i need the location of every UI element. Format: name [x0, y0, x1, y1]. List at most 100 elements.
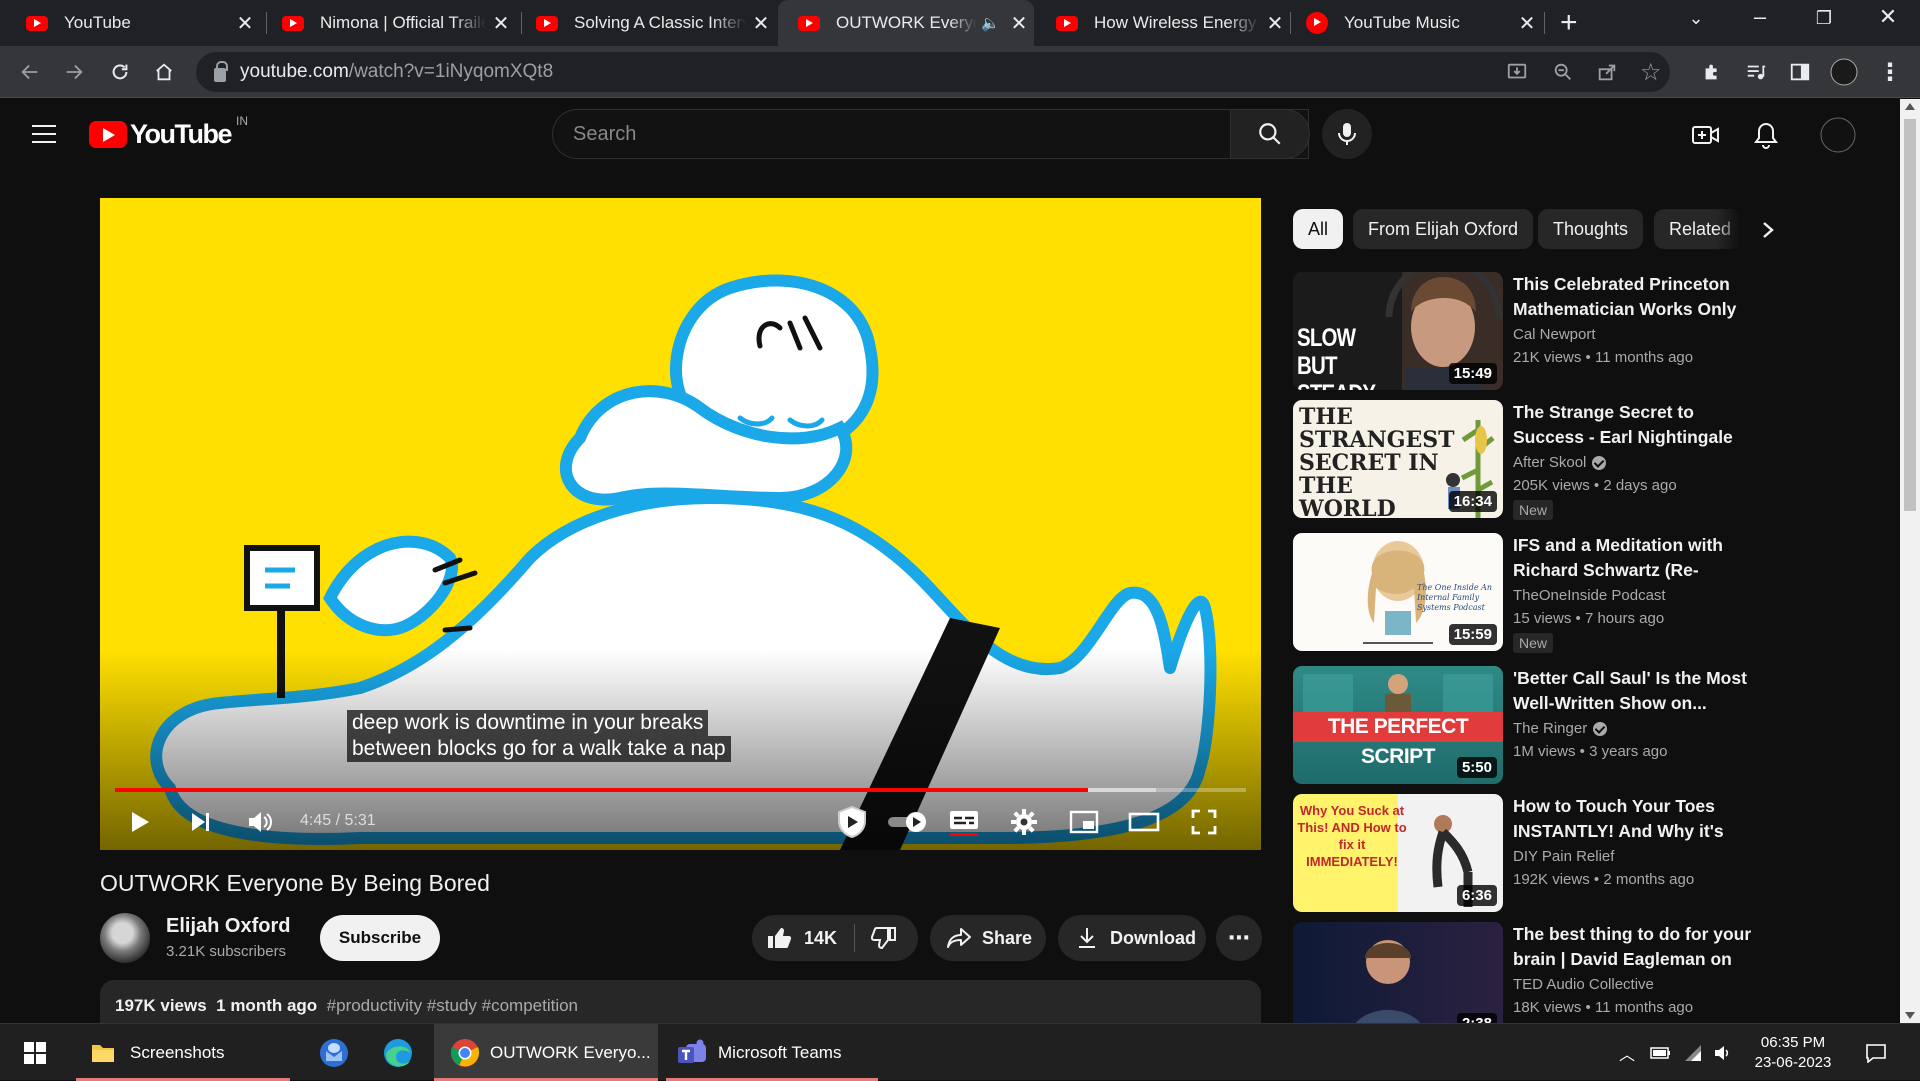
search-button[interactable] — [1230, 109, 1310, 159]
search-input[interactable]: Search — [552, 109, 1309, 159]
side-panel-icon[interactable] — [1784, 56, 1816, 88]
show-hidden-icons-chevron-icon[interactable]: ︿ — [1612, 1024, 1642, 1081]
address-bar[interactable]: youtube.com/watch?v=1iNyqomXQt8 ☆ — [196, 52, 1670, 92]
voice-search-button[interactable] — [1322, 109, 1372, 159]
seek-bar[interactable] — [115, 788, 1246, 792]
notification-center-icon[interactable] — [1856, 1024, 1896, 1081]
video-title[interactable]: The best thing to do for your brain | Da… — [1513, 922, 1763, 972]
video-title[interactable]: This Celebrated Princeton Mathematician … — [1513, 272, 1763, 322]
video-title[interactable]: IFS and a Meditation with Richard Schwar… — [1513, 533, 1763, 583]
share-button[interactable]: Share — [930, 915, 1046, 961]
video-thumbnail[interactable]: The One Inside An Internal Family System… — [1293, 533, 1503, 651]
theater-mode-button[interactable] — [1126, 804, 1162, 840]
video-title[interactable]: 'Better Call Saul' Is the Most Well-Writ… — [1513, 666, 1763, 716]
zoom-icon[interactable] — [1552, 61, 1574, 89]
download-button[interactable]: Download — [1058, 915, 1206, 961]
more-actions-icon[interactable]: ⋯ — [1216, 915, 1262, 961]
channel-name[interactable]: After Skool — [1513, 454, 1607, 471]
settings-button[interactable] — [1006, 804, 1042, 840]
scroll-thumb[interactable] — [1904, 119, 1916, 511]
tab-audio-icon[interactable]: 🔈 — [981, 14, 1000, 32]
hashtags[interactable]: #productivity #study #competition — [327, 996, 578, 1015]
subtitles-button[interactable] — [946, 804, 982, 840]
video-title[interactable]: How to Touch Your Toes INSTANTLY! And Wh… — [1513, 794, 1763, 844]
close-tab-icon[interactable]: ✕ — [1004, 11, 1034, 36]
new-tab-plus-icon[interactable]: + — [1560, 6, 1578, 40]
forward-arrow-icon[interactable] — [58, 56, 90, 88]
clock[interactable]: 06:35 PM 23-06-2023 — [1746, 1024, 1840, 1081]
next-video-button[interactable] — [182, 804, 218, 840]
channel-name[interactable]: DIY Pain Relief — [1513, 848, 1614, 865]
channel-name[interactable]: Elijah Oxford — [166, 915, 290, 938]
taskbar-item-edge[interactable] — [370, 1024, 426, 1081]
browser-tab[interactable]: Nimona | Official Trailer ✕ — [262, 0, 516, 46]
recommended-video[interactable]: Why You Suck at This! AND How to fix it … — [1293, 794, 1763, 914]
account-avatar-icon[interactable] — [1820, 117, 1856, 153]
battery-icon[interactable] — [1646, 1024, 1676, 1081]
notifications-bell-icon[interactable] — [1748, 117, 1784, 153]
video-player[interactable]: deep work is downtime in your breaks bet… — [100, 198, 1261, 850]
taskbar-item-teams[interactable]: Microsoft Teams — [666, 1024, 878, 1081]
media-control-icon[interactable] — [1740, 56, 1772, 88]
minimize-icon[interactable]: – — [1730, 4, 1790, 30]
close-tab-icon[interactable]: ✕ — [746, 11, 776, 36]
recommended-video[interactable]: THE PERFECT SCRIPT 5:50 'Better Call Sau… — [1293, 666, 1763, 786]
reload-icon[interactable] — [104, 56, 136, 88]
browser-tab[interactable]: YouTube Music ✕ — [1286, 0, 1542, 46]
share-page-icon[interactable] — [1596, 61, 1618, 89]
lock-icon[interactable] — [214, 61, 228, 82]
recommended-video[interactable]: THE STRANGEST SECRET IN THE WORLD 16:34 … — [1293, 400, 1763, 520]
chip-from-channel[interactable]: From Elijah Oxford — [1353, 209, 1534, 249]
volume-button[interactable] — [242, 804, 278, 840]
install-app-icon[interactable] — [1506, 61, 1528, 89]
home-icon[interactable] — [148, 56, 180, 88]
video-title[interactable]: The Strange Secret to Success - Earl Nig… — [1513, 400, 1763, 450]
close-tab-icon[interactable]: ✕ — [230, 11, 260, 36]
speaker-icon[interactable] — [1708, 1024, 1738, 1081]
browser-tab[interactable]: YouTube ✕ — [6, 0, 260, 46]
youtube-logo[interactable]: YouTube IN — [89, 114, 248, 150]
taskbar-item-chrome[interactable]: OUTWORK Everyo... — [434, 1024, 658, 1081]
channel-name[interactable]: The Ringer — [1513, 720, 1608, 737]
recommended-video[interactable]: The One Inside An Internal Family System… — [1293, 533, 1763, 653]
fullscreen-button[interactable] — [1186, 804, 1222, 840]
hamburger-menu-icon[interactable] — [32, 125, 56, 143]
page-scrollbar[interactable] — [1900, 99, 1920, 1023]
taskbar-item-screenshots[interactable]: Screenshots — [76, 1024, 290, 1081]
chevron-right-icon[interactable] — [1750, 212, 1786, 248]
create-video-icon[interactable] — [1688, 117, 1724, 153]
like-button[interactable]: 14K — [752, 926, 854, 950]
ambient-mode-button[interactable] — [832, 804, 872, 840]
video-thumbnail[interactable]: THE PERFECT SCRIPT 5:50 — [1293, 666, 1503, 784]
back-arrow-icon[interactable] — [14, 56, 46, 88]
scroll-down-arrow-icon[interactable] — [1905, 1012, 1915, 1019]
restore-icon[interactable]: ❐ — [1794, 8, 1854, 29]
tab-search-chevron-icon[interactable]: ⌄ — [1666, 8, 1726, 29]
autoplay-toggle[interactable] — [886, 804, 930, 840]
wifi-icon[interactable] — [1678, 1024, 1708, 1081]
channel-avatar[interactable] — [100, 913, 150, 963]
chip-thoughts[interactable]: Thoughts — [1538, 209, 1644, 249]
browser-menu-icon[interactable]: ⋮ — [1874, 56, 1906, 88]
recommended-video[interactable]: 2:38 The best thing to do for your brain… — [1293, 922, 1763, 1023]
taskbar-item-outlook[interactable] — [306, 1024, 362, 1081]
video-thumbnail[interactable]: Why You Suck at This! AND How to fix it … — [1293, 794, 1503, 912]
browser-tab[interactable]: How Wireless Energy Transfer ✕ — [1036, 0, 1290, 46]
recommended-video[interactable]: SLOW BUT STEADY 15:49 This Celebrated Pr… — [1293, 272, 1763, 392]
browser-tab[interactable]: Solving A Classic Interview ✕ — [516, 0, 776, 46]
chip-related[interactable]: Related — [1654, 209, 1742, 249]
profile-avatar-icon[interactable] — [1828, 56, 1860, 88]
play-button[interactable] — [122, 804, 158, 840]
close-tab-icon[interactable]: ✕ — [486, 11, 516, 36]
video-thumbnail[interactable]: THE STRANGEST SECRET IN THE WORLD 16:34 — [1293, 400, 1503, 518]
browser-tab-active[interactable]: OUTWORK Everyone 🔈 ✕ — [778, 0, 1034, 46]
channel-name[interactable]: TheOneInside Podcast — [1513, 587, 1666, 604]
close-tab-icon[interactable]: ✕ — [1512, 11, 1542, 36]
window-close-icon[interactable]: ✕ — [1858, 4, 1918, 30]
start-button[interactable] — [12, 1024, 58, 1081]
video-thumbnail[interactable]: SLOW BUT STEADY 15:49 — [1293, 272, 1503, 390]
subscribe-button[interactable]: Subscribe — [320, 915, 440, 961]
miniplayer-button[interactable] — [1066, 804, 1102, 840]
chip-all[interactable]: All — [1293, 209, 1344, 249]
extensions-puzzle-icon[interactable] — [1696, 56, 1728, 88]
